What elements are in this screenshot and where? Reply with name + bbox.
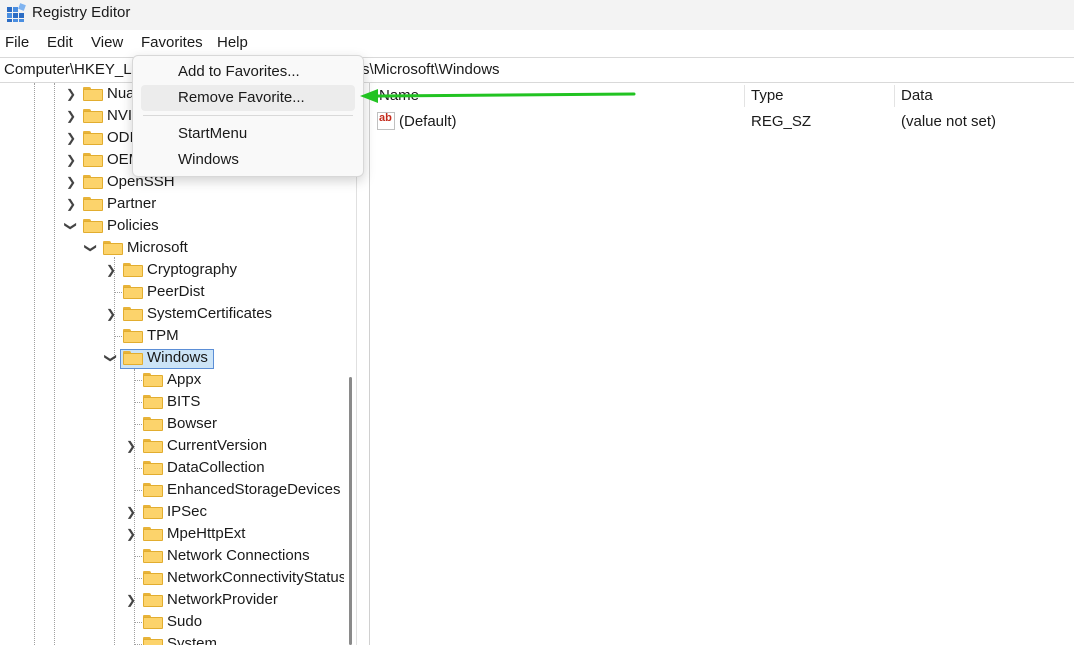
chevron-right-icon[interactable]: ❯ — [66, 83, 76, 105]
chevron-right-icon[interactable]: ❯ — [126, 523, 136, 545]
chevron-right-icon[interactable]: ❯ — [66, 105, 76, 127]
menu-file[interactable]: File — [5, 34, 29, 51]
value-data: (value not set) — [901, 113, 997, 130]
favorites-dropdown-menu: Add to Favorites... Remove Favorite... S… — [132, 55, 364, 177]
menu-separator — [143, 115, 353, 116]
tree-guide-line — [54, 83, 55, 645]
folder-icon — [83, 219, 103, 233]
folder-icon — [143, 373, 163, 387]
chevron-down-icon[interactable]: ❯ — [100, 353, 122, 363]
folder-icon — [143, 417, 163, 431]
chevron-down-icon[interactable]: ❯ — [80, 243, 102, 253]
chevron-right-icon[interactable]: ❯ — [126, 589, 136, 611]
folder-icon — [143, 505, 163, 519]
scrollbar-thumb[interactable] — [349, 377, 352, 645]
registry-icon — [7, 3, 26, 22]
folder-icon — [143, 461, 163, 475]
tree-connector — [134, 578, 142, 579]
tree-connector — [114, 292, 122, 293]
folder-icon — [143, 571, 163, 585]
title-bar: Registry Editor — [0, 0, 1074, 30]
folder-icon — [143, 593, 163, 607]
column-divider[interactable] — [894, 85, 895, 107]
address-path-start: Computer\HKEY_LO — [4, 61, 144, 78]
window-title: Registry Editor — [32, 4, 131, 21]
chevron-right-icon[interactable]: ❯ — [106, 303, 116, 325]
folder-icon — [143, 637, 163, 645]
tree-connector — [134, 490, 142, 491]
folder-icon — [83, 131, 103, 145]
folder-icon — [83, 109, 103, 123]
menu-favorites[interactable]: Favorites — [141, 34, 203, 51]
chevron-right-icon[interactable]: ❯ — [66, 149, 76, 171]
chevron-right-icon[interactable]: ❯ — [126, 435, 136, 457]
folder-icon — [123, 263, 143, 277]
splitter-line — [369, 83, 370, 645]
column-header-type[interactable]: Type — [751, 87, 784, 104]
menu-item-favorite-windows[interactable]: Windows — [141, 147, 355, 173]
folder-icon — [143, 549, 163, 563]
folder-open-icon — [123, 351, 143, 365]
chevron-right-icon[interactable]: ❯ — [126, 501, 136, 523]
chevron-right-icon[interactable]: ❯ — [66, 193, 76, 215]
column-header-data[interactable]: Data — [901, 87, 933, 104]
menu-bar: File Edit View Favorites Help — [0, 30, 1074, 56]
tree-connector — [114, 336, 122, 337]
folder-icon — [123, 285, 143, 299]
menu-help[interactable]: Help — [217, 34, 248, 51]
folder-icon — [103, 241, 123, 255]
value-name[interactable]: (Default) — [399, 113, 457, 130]
column-divider[interactable] — [744, 85, 745, 107]
value-type: REG_SZ — [751, 113, 812, 130]
values-list[interactable]: Name Type Data ab (Default) REG_SZ (valu… — [371, 83, 1074, 645]
folder-icon — [123, 307, 143, 321]
menu-item-favorite-startmenu[interactable]: StartMenu — [141, 121, 355, 147]
annotation-arrow-icon — [360, 89, 636, 103]
tree-connector — [134, 622, 142, 623]
menu-item-add-to-favorites[interactable]: Add to Favorites... — [141, 59, 355, 85]
menu-edit[interactable]: Edit — [47, 34, 73, 51]
tree-connector — [134, 424, 142, 425]
tree-connector — [134, 380, 142, 381]
menu-item-remove-favorite[interactable]: Remove Favorite... — [141, 85, 355, 111]
tree-connector — [134, 402, 142, 403]
folder-icon — [83, 87, 103, 101]
folder-icon — [143, 395, 163, 409]
folder-icon — [143, 483, 163, 497]
folder-icon — [143, 439, 163, 453]
menu-view[interactable]: View — [91, 34, 123, 51]
string-value-icon: ab — [377, 112, 395, 130]
folder-icon — [83, 197, 103, 211]
chevron-down-icon[interactable]: ❯ — [60, 221, 82, 231]
folder-icon — [83, 153, 103, 167]
chevron-right-icon[interactable]: ❯ — [66, 171, 76, 193]
folder-icon — [143, 527, 163, 541]
chevron-right-icon[interactable]: ❯ — [106, 259, 116, 281]
tree-guide-line — [34, 83, 35, 645]
chevron-right-icon[interactable]: ❯ — [66, 127, 76, 149]
folder-icon — [143, 615, 163, 629]
folder-icon — [83, 175, 103, 189]
tree-connector — [134, 556, 142, 557]
folder-icon — [123, 329, 143, 343]
tree-connector — [134, 468, 142, 469]
address-path-end: s\Microsoft\Windows — [362, 61, 500, 78]
